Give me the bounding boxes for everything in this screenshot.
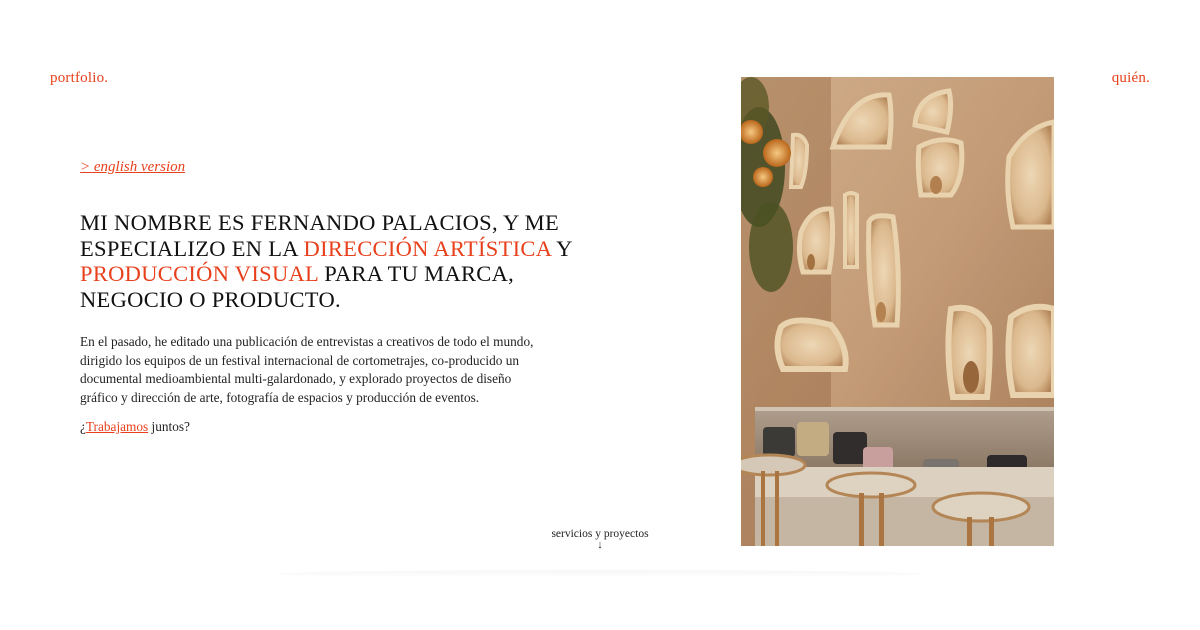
nav-portfolio-link[interactable]: portfolio. [50, 70, 108, 87]
bio-paragraph: En el pasado, he editado una publicación… [80, 334, 534, 405]
work-together-cta: ¿Trabajamos juntos? [80, 419, 190, 435]
arrow-down-icon: ↓ [597, 539, 603, 551]
headline-text-2: y [551, 235, 572, 261]
restaurant-interior-photo [741, 77, 1054, 546]
cta-suffix: juntos? [148, 419, 190, 434]
footer-shadow [280, 570, 920, 578]
page-headline: Mi nombre es Fernando Palacios, y me esp… [80, 210, 600, 312]
english-version-link[interactable]: > english version [80, 159, 185, 176]
scroll-to-services[interactable]: servicios y proyectos ↓ [540, 528, 660, 551]
trabajamos-link[interactable]: Trabajamos [86, 419, 148, 434]
headline-accent-produccion: producción visual [80, 261, 319, 286]
nav-quien-link[interactable]: quién. [1112, 70, 1150, 87]
headline-accent-direccion: dirección artística [303, 235, 552, 261]
